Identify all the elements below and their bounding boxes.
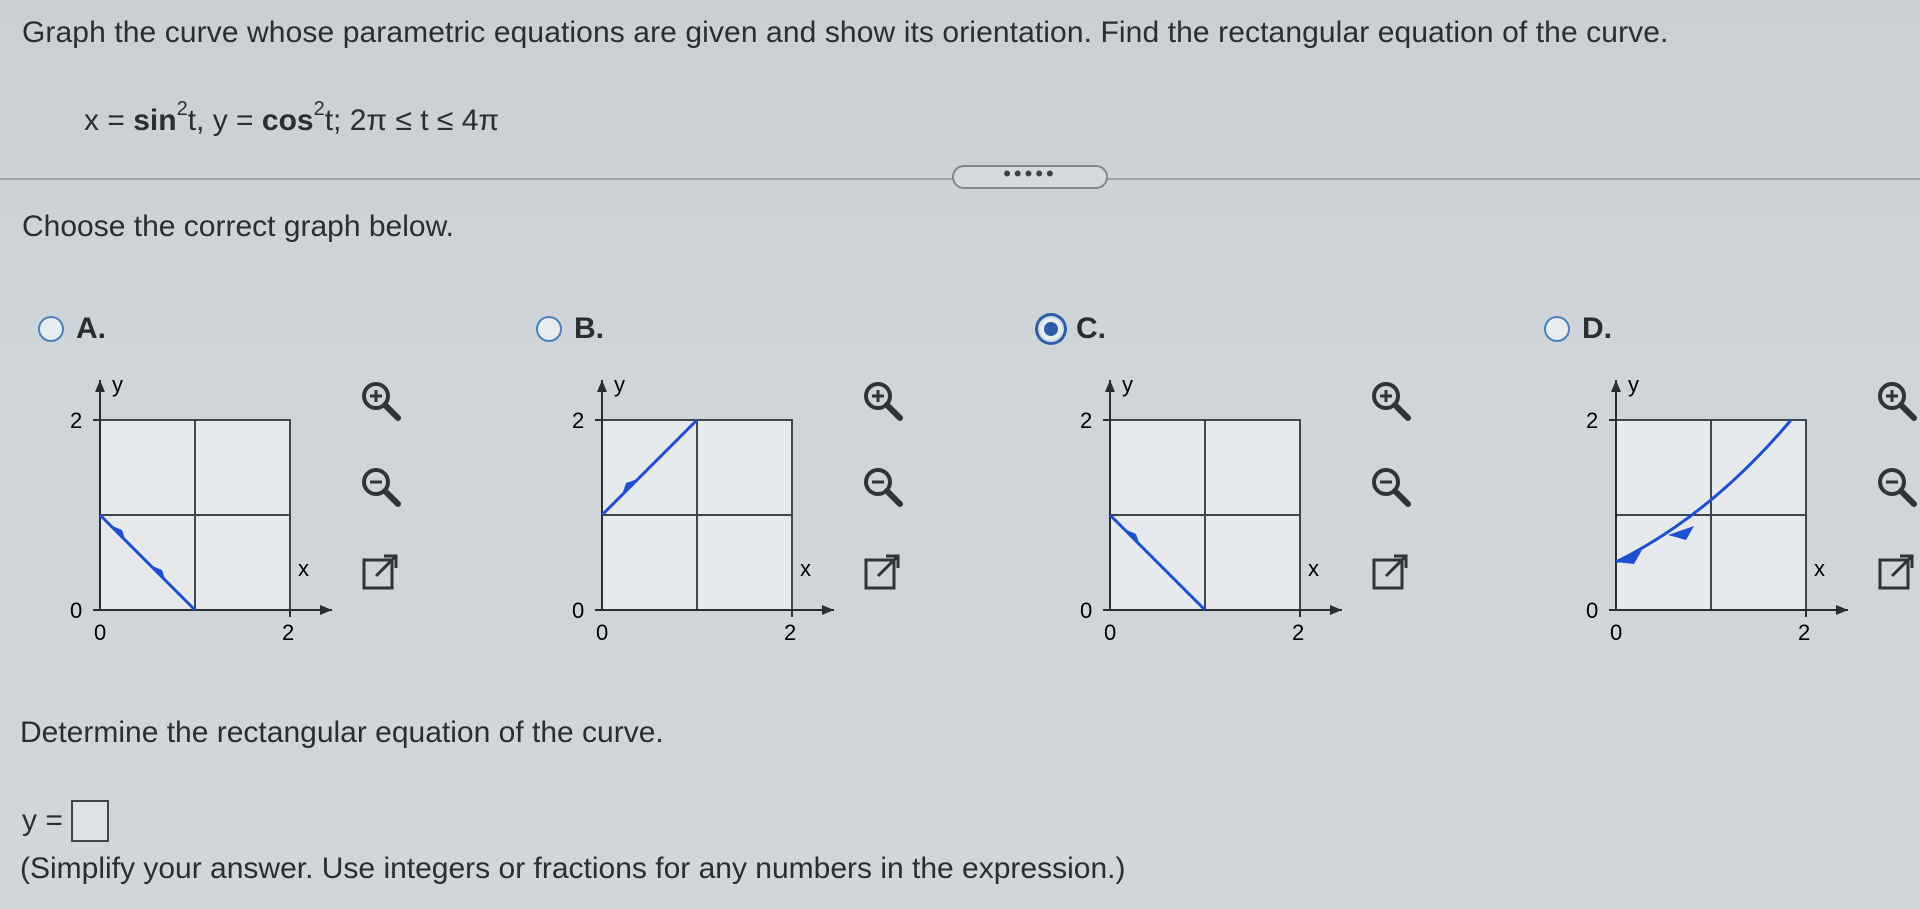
equation-x-part: x =	[84, 104, 134, 137]
graph-b-tools	[860, 378, 904, 636]
graph-b-x-label: x	[800, 556, 811, 581]
expand-more-button[interactable]: •••••	[952, 163, 1108, 189]
graph-a-x-arrow	[320, 605, 332, 615]
zoom-out-icon[interactable]	[1874, 464, 1918, 508]
graph-b-tick-y-bottom: 0	[572, 598, 584, 623]
option-b-label: B.	[574, 312, 604, 345]
equation-exp2: 2	[313, 98, 325, 120]
option-d-radio[interactable]	[1544, 316, 1570, 342]
graph-a-tick-x-left: 0	[94, 620, 106, 645]
graph-c-tick-y-bottom: 0	[1080, 598, 1092, 623]
graph-d[interactable]: y x 2 0 0 2	[1576, 372, 1866, 662]
graph-b-tick-y-top: 2	[572, 408, 584, 433]
equation-cos: cos	[261, 104, 314, 137]
graph-c-tick-y-top: 2	[1080, 408, 1092, 433]
graph-b-y-label: y	[614, 372, 625, 397]
equation-exp1: 2	[176, 98, 188, 120]
option-d-label: D.	[1582, 312, 1612, 345]
determine-prompt: Determine the rectangular equation of th…	[20, 716, 664, 749]
graph-c-y-label: y	[1122, 372, 1133, 397]
question-text: Graph the curve whose parametric equatio…	[22, 16, 1669, 49]
zoom-out-icon[interactable]	[358, 464, 402, 508]
answer-hint: (Simplify your answer. Use integers or f…	[20, 852, 1126, 885]
popout-icon[interactable]	[860, 550, 904, 594]
graph-c-tick-x-left: 0	[1104, 620, 1116, 645]
graph-d-y-label: y	[1628, 372, 1639, 397]
option-c[interactable]: C.	[1038, 312, 1106, 346]
graph-b[interactable]: y x 2 0 0 2	[562, 372, 852, 662]
graph-d-tick-x-left: 0	[1610, 620, 1622, 645]
graph-d-x-label: x	[1814, 556, 1825, 581]
zoom-in-icon[interactable]	[1368, 378, 1412, 422]
graph-a-tick-x-right: 2	[282, 620, 294, 645]
popout-icon[interactable]	[358, 550, 402, 594]
option-b[interactable]: B.	[536, 312, 604, 346]
option-d[interactable]: D.	[1544, 312, 1612, 346]
graph-d-tick-x-right: 2	[1798, 620, 1810, 645]
answer-line: y =	[22, 800, 109, 842]
option-a-radio[interactable]	[38, 316, 64, 342]
graph-b-tick-x-left: 0	[596, 620, 608, 645]
zoom-in-icon[interactable]	[860, 378, 904, 422]
zoom-out-icon[interactable]	[1368, 464, 1412, 508]
equation-mid: t, y =	[187, 104, 262, 137]
graph-d-tools	[1874, 378, 1918, 636]
popout-icon[interactable]	[1368, 550, 1412, 594]
graph-a-y-arrow	[95, 380, 105, 392]
option-b-radio[interactable]	[536, 316, 562, 342]
graph-a-tools	[358, 378, 402, 636]
choose-graph-prompt: Choose the correct graph below.	[22, 210, 454, 243]
option-a[interactable]: A.	[38, 312, 106, 346]
parametric-equation: x = sin2t, y = cos2t; 2π ≤ t ≤ 4π	[84, 98, 500, 138]
zoom-in-icon[interactable]	[358, 378, 402, 422]
graph-a-tick-y-bottom: 0	[70, 598, 82, 623]
answer-prefix: y =	[22, 804, 63, 837]
graph-d-tick-y-bottom: 0	[1586, 598, 1598, 623]
graph-a-y-label: y	[112, 372, 123, 397]
option-c-label: C.	[1076, 312, 1106, 345]
graph-a-x-label: x	[298, 556, 309, 581]
graph-c-x-label: x	[1308, 556, 1319, 581]
equation-tail: t; 2π ≤ t ≤ 4π	[324, 104, 500, 137]
equation-sin: sin	[133, 104, 177, 137]
graph-a[interactable]: y x 2 0 0 2	[60, 372, 350, 662]
option-c-radio-selected[interactable]	[1038, 316, 1064, 342]
popout-icon[interactable]	[1874, 550, 1918, 594]
graph-c-tools	[1368, 378, 1412, 636]
zoom-out-icon[interactable]	[860, 464, 904, 508]
answer-input[interactable]	[70, 800, 109, 842]
zoom-in-icon[interactable]	[1874, 378, 1918, 422]
option-a-label: A.	[76, 312, 106, 345]
graph-c[interactable]: y x 2 0 0 2	[1070, 372, 1360, 662]
graph-a-tick-y-top: 2	[70, 408, 82, 433]
graph-b-tick-x-right: 2	[784, 620, 796, 645]
graph-d-tick-y-top: 2	[1586, 408, 1598, 433]
graph-c-tick-x-right: 2	[1292, 620, 1304, 645]
